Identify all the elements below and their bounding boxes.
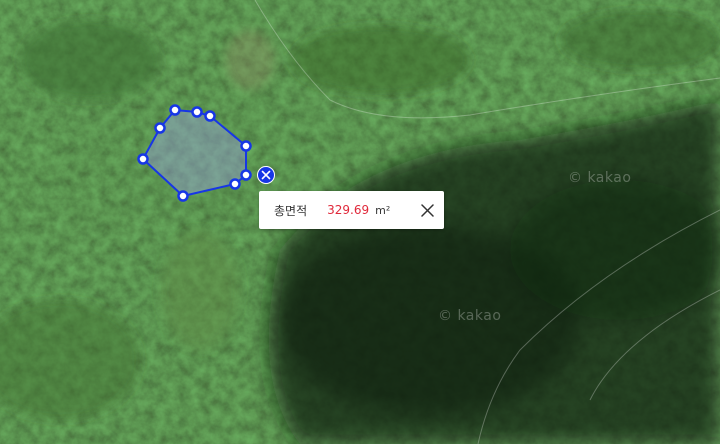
polygon-vertex bbox=[240, 169, 252, 181]
polygon-vertex bbox=[240, 140, 252, 152]
total-area-label: 총면적 bbox=[274, 203, 308, 218]
polygon-vertex bbox=[204, 110, 216, 122]
close-icon bbox=[261, 170, 271, 180]
satellite-map[interactable]: © kakao © kakao 총면적 329.69 m² bbox=[0, 0, 720, 444]
close-icon bbox=[420, 203, 434, 217]
delete-measurement-button[interactable] bbox=[257, 166, 275, 184]
polygon-vertex bbox=[137, 153, 149, 165]
area-measure-popup: 총면적 329.69 m² bbox=[259, 191, 444, 229]
close-popup-button[interactable] bbox=[418, 201, 436, 219]
total-area-value: 329.69 bbox=[327, 203, 370, 217]
polygon-vertex bbox=[177, 190, 189, 202]
polygon-vertex bbox=[191, 106, 203, 118]
area-unit: m² bbox=[375, 203, 391, 217]
polygon-vertex bbox=[229, 178, 241, 190]
polygon-vertex bbox=[154, 122, 166, 134]
polygon-vertex bbox=[169, 104, 181, 116]
